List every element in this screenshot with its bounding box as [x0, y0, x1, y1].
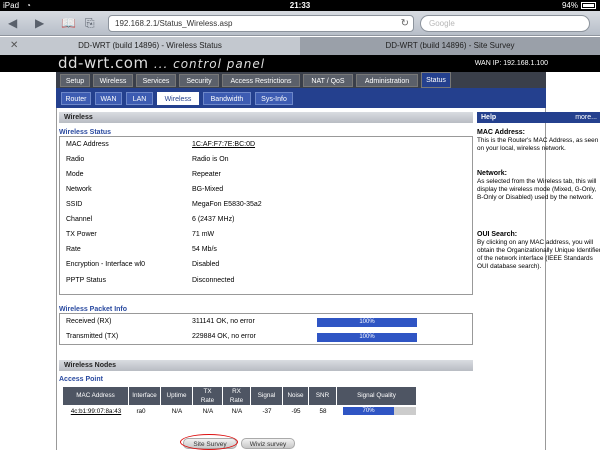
status-row: SSID MegaFon E5830-35a2 [66, 201, 262, 208]
tx-progress-bar: 100% [317, 333, 417, 342]
status-row: Encryption - Interface wl0 Disabled [66, 261, 220, 268]
nav-administration[interactable]: Administration [356, 74, 418, 87]
packet-row: Transmitted (TX) 229884 OK, no error 100% [60, 331, 472, 343]
tab-bar: ✕ DD-WRT (build 14896) - Wireless Status… [0, 37, 600, 55]
node-interface: ra0 [136, 408, 146, 415]
close-tab-icon[interactable]: ✕ [10, 37, 18, 55]
tab-title: DD-WRT (build 14896) - Wireless Status [78, 41, 222, 50]
status-row: PPTP Status Disconnected [66, 277, 235, 284]
highlight-circle [180, 434, 238, 450]
packet-info-box: Received (RX) 311141 OK, no error 100% Tr… [59, 313, 473, 345]
signal-quality-bar: 70% [343, 407, 416, 415]
col-mac: MAC Address [63, 387, 129, 405]
mac-address-link[interactable]: 1C:AF:F7:7E:BC:0D [192, 139, 255, 151]
bookmarks-icon[interactable]: 📖 [61, 16, 76, 30]
col-rx-rate: RX Rate [223, 387, 251, 405]
node-snr: 58 [319, 408, 327, 415]
subnav-router[interactable]: Router [61, 92, 91, 105]
nav-status[interactable]: Status [421, 72, 451, 88]
node-rx-rate: N/A [231, 408, 243, 415]
content-area: Wireless Wireless Status MAC Address 1C:A… [56, 108, 600, 450]
browser-toolbar: ◀ ▶ 📖 ⎘ 192.168.2.1/Status_Wireless.asp … [0, 11, 600, 36]
rx-progress-bar: 100% [317, 318, 417, 327]
wireless-status-legend: Wireless Status [59, 129, 112, 136]
dd-wrt-logo: dd-wrt.com ... control panel [58, 54, 266, 72]
ios-status-bar: iPad ◔ 21:33 94% [0, 0, 600, 11]
clock: 21:33 [289, 1, 311, 10]
status-row: Network BG-Mixed [66, 186, 224, 193]
access-point-table: MAC Address Interface Uptime TX Rate RX … [59, 383, 473, 423]
subnav-lan[interactable]: LAN [126, 92, 153, 105]
node-tx-rate: N/A [202, 408, 214, 415]
col-interface: Interface [129, 387, 161, 405]
nav-access-restrictions[interactable]: Access Restrictions [222, 74, 300, 87]
col-noise: Noise [283, 387, 309, 405]
subnav-sys-info[interactable]: Sys-Info [255, 92, 293, 105]
status-row: Rate 54 Mb/s [66, 246, 217, 253]
section-title: Wireless [59, 112, 473, 123]
status-row: TX Power 71 mW [66, 231, 215, 238]
node-noise: -95 [291, 408, 301, 415]
node-signal: -37 [262, 408, 272, 415]
help-oui-search: OUI Search: By clicking on any MAC addres… [477, 231, 600, 270]
col-signal: Signal [251, 387, 283, 405]
url-text: 192.168.2.1/Status_Wireless.asp [115, 19, 233, 28]
nav-setup[interactable]: Setup [60, 74, 90, 87]
nav-security[interactable]: Security [179, 74, 219, 87]
help-mac: MAC Address: This is the Router's MAC Add… [477, 129, 599, 152]
col-uptime: Uptime [161, 387, 193, 405]
back-icon[interactable]: ◀ [8, 16, 17, 30]
subnav-wireless[interactable]: Wireless [157, 92, 199, 105]
share-icon[interactable]: ⎘ [85, 16, 95, 31]
subnav-wan[interactable]: WAN [95, 92, 122, 105]
more-link[interactable]: more... [575, 112, 597, 123]
tab-site-survey[interactable]: DD-WRT (build 14896) - Site Survey [300, 37, 600, 55]
reload-icon[interactable]: ↻ [401, 16, 409, 31]
wan-ip: WAN IP: 192.168.1.100 [474, 60, 548, 67]
battery-percent: 94% [561, 1, 578, 10]
signal-quality-fill: 70% [343, 407, 395, 415]
router-header: dd-wrt.com ... control panel WAN IP: 192… [0, 55, 600, 72]
main-nav: Setup Wireless Services Security Access … [56, 72, 546, 88]
help-header: Help more... [477, 112, 600, 123]
nav-nat-qos[interactable]: NAT / QoS [303, 74, 353, 87]
nodes-section-title: Wireless Nodes [59, 360, 473, 371]
subnav-bandwidth[interactable]: Bandwidth [203, 92, 251, 105]
status-row: Radio Radio is On [66, 156, 229, 163]
url-bar[interactable]: 192.168.2.1/Status_Wireless.asp ↻ [108, 15, 414, 32]
tab-title: DD-WRT (build 14896) - Site Survey [385, 41, 515, 50]
sub-nav: Router WAN LAN Wireless Bandwidth Sys-In… [56, 88, 546, 108]
status-row: MAC Address 1C:AF:F7:7E:BC:0D [60, 139, 472, 151]
battery-icon [581, 2, 596, 9]
packet-info-legend: Wireless Packet Info [59, 306, 128, 313]
col-signal-quality: Signal Quality [337, 387, 417, 405]
status-row: Channel 6 (2437 MHz) [66, 216, 235, 223]
col-snr: SNR [309, 387, 337, 405]
nav-wireless[interactable]: Wireless [93, 74, 133, 87]
tab-wireless-status[interactable]: ✕ DD-WRT (build 14896) - Wireless Status [0, 37, 300, 55]
wireless-status-box: MAC Address 1C:AF:F7:7E:BC:0D Radio Radio … [59, 136, 473, 295]
node-mac-link[interactable]: 4c:b1:99:07:8a:43 [63, 406, 129, 417]
wiviz-survey-button[interactable]: Wiviz survey [241, 438, 295, 449]
help-panel: Help more... MAC Address: This is the Rou… [477, 112, 600, 308]
search-input[interactable]: Google [420, 15, 590, 32]
help-network: Network: As selected from the Wireless ta… [477, 170, 597, 201]
status-row: Mode Repeater [66, 171, 221, 178]
packet-row: Received (RX) 311141 OK, no error 100% [60, 316, 472, 328]
forward-icon[interactable]: ▶ [35, 16, 44, 30]
node-uptime: N/A [171, 408, 183, 415]
access-point-legend: Access Point [59, 376, 103, 383]
nav-services[interactable]: Services [136, 74, 176, 87]
col-tx-rate: TX Rate [193, 387, 223, 405]
